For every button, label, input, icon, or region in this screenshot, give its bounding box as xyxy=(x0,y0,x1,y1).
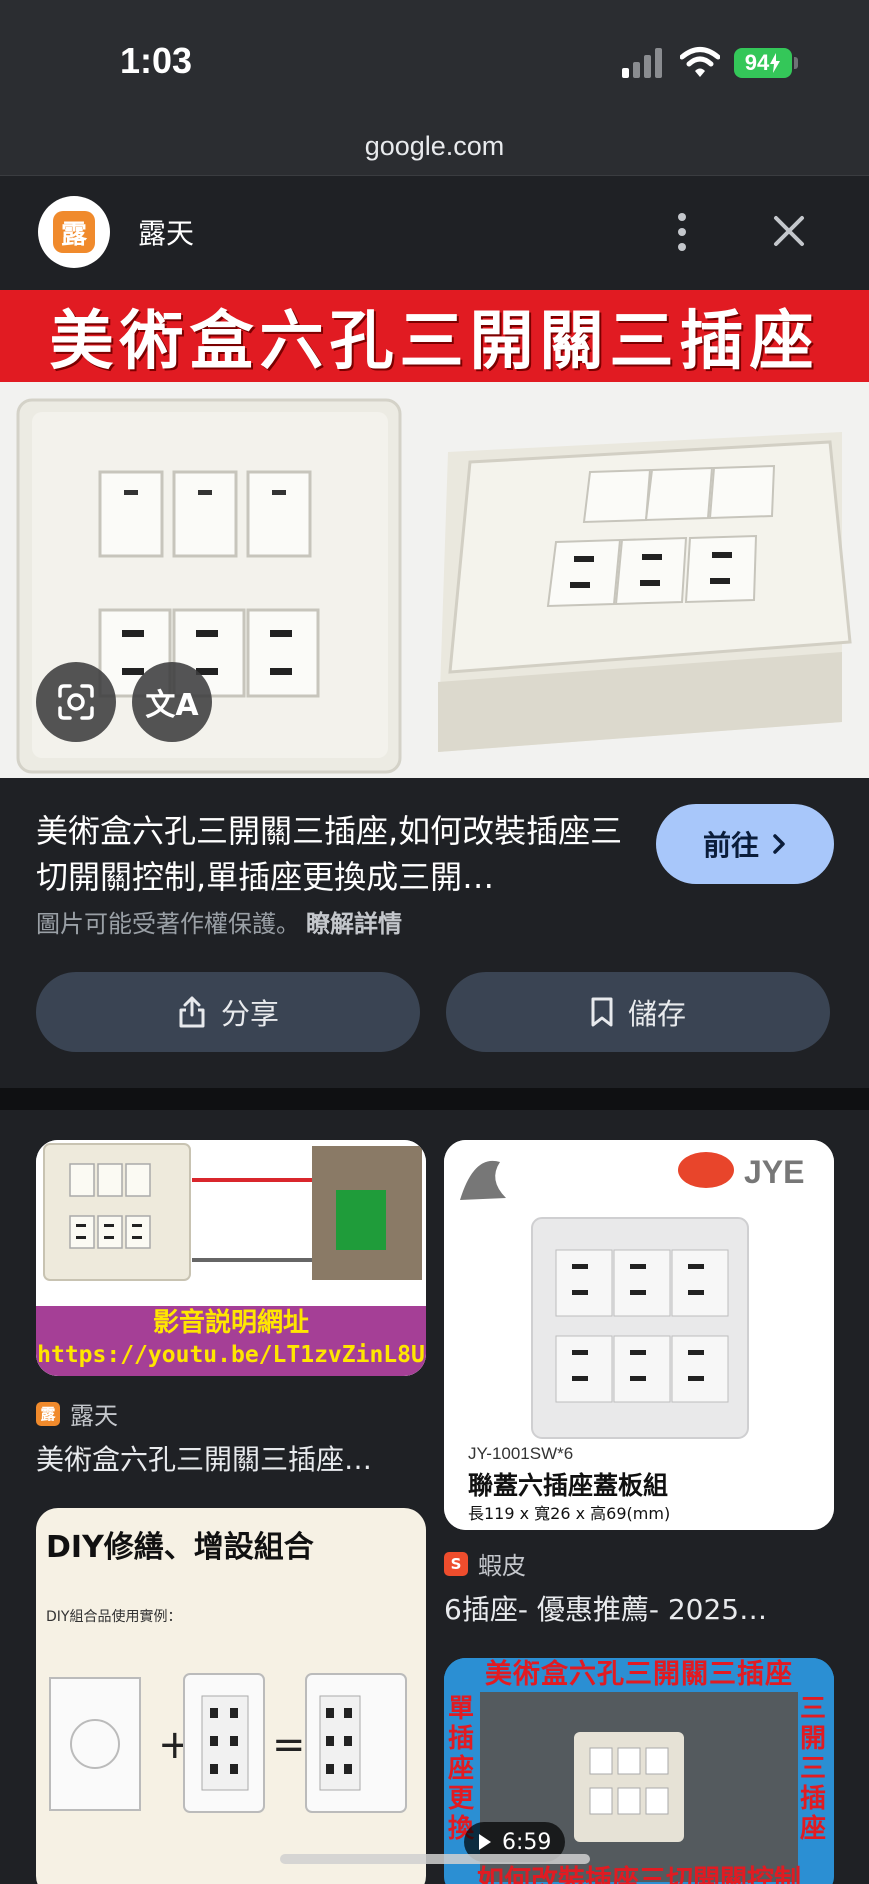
more-dot-icon xyxy=(678,213,686,221)
image-viewer-header: 露 露天 xyxy=(0,176,869,290)
related-title-1[interactable]: 美術盒六孔三開關三插座… xyxy=(36,1438,428,1478)
close-icon[interactable] xyxy=(764,206,814,256)
lens-icon xyxy=(58,684,94,720)
share-label: 分享 xyxy=(220,997,279,1031)
related-source-1[interactable]: 露 露天 xyxy=(36,1396,118,1431)
more-dot-icon xyxy=(678,243,686,251)
translate-button[interactable]: 文A xyxy=(132,662,212,742)
source-name: 蝦皮 xyxy=(478,1552,526,1580)
copyright-notice: 圖片可能受著作權保護。 瞭解詳情 xyxy=(36,904,402,939)
svg-text:=: = xyxy=(272,1722,306,1768)
video-banner: 美術盒六孔三開關三插座 xyxy=(485,1659,793,1690)
caption-line-1: 影音説明網址 xyxy=(152,1308,309,1338)
diy-illustration: + = xyxy=(49,1673,407,1813)
video-duration: 6:59 xyxy=(502,1829,552,1855)
save-button[interactable]: 儲存 xyxy=(446,972,830,1052)
result-title[interactable]: 美術盒六孔三開關三插座,如何改裝插座三切開關控制,單插座更換成三開… xyxy=(36,808,626,900)
related-image-1[interactable]: 影音説明網址 https://youtu.be/LT1zvZinL8U xyxy=(36,1140,426,1376)
visit-button-label: 前往 xyxy=(702,829,759,862)
shopee-favicon: S xyxy=(444,1551,468,1576)
product-dimensions: 長119 x 寬26 x 高69(mm) xyxy=(468,1504,671,1523)
address-bar[interactable]: google.com xyxy=(0,120,869,176)
product-photo xyxy=(0,382,869,778)
related-title-2[interactable]: 6插座- 優惠推薦- 2025… xyxy=(444,1588,836,1628)
battery-nub xyxy=(794,57,798,69)
section-divider xyxy=(0,1088,869,1110)
site-name[interactable]: 露天 xyxy=(138,212,194,252)
jye-brand: JYE xyxy=(744,1154,805,1190)
site-logo-mark: 露 xyxy=(53,211,95,253)
hero-image[interactable]: 美術盒六孔三開關三插座 文A xyxy=(0,290,869,778)
status-bar: 1:03 94 xyxy=(0,0,869,120)
related-image-2[interactable]: JYE JY-1001SW*6 聯蓋六插座蓋板組 長119 x 寬26 x 高6… xyxy=(444,1140,834,1530)
battery-level: 94 xyxy=(744,50,770,75)
site-logo[interactable]: 露 xyxy=(38,196,110,268)
save-label: 儲存 xyxy=(627,997,686,1031)
diy-heading: DIY修繕、增設組合 xyxy=(46,1530,314,1565)
chevron-right-icon xyxy=(773,834,785,854)
video-left-text: 單插座更換 xyxy=(448,1694,475,1844)
result-details: 美術盒六孔三開關三插座,如何改裝插座三切開關控制,單插座更換成三開… 前往 圖片… xyxy=(0,778,869,1088)
source-name: 露天 xyxy=(70,1402,118,1430)
hero-banner: 美術盒六孔三開關三插座 xyxy=(0,290,869,382)
product-name: 聯蓋六插座蓋板組 xyxy=(468,1471,669,1500)
cellular-signal-icon xyxy=(622,48,664,78)
caption-line-2: https://youtu.be/LT1zvZinL8U xyxy=(37,1342,425,1368)
related-video-4[interactable]: 美術盒六孔三開關三插座 單插座更換 三開三插座 如何改裝插座三切開關控制 6:5… xyxy=(444,1658,834,1884)
diy-subheading: DIY組合品使用實例： xyxy=(46,1609,182,1625)
related-source-2[interactable]: S 蝦皮 xyxy=(444,1546,526,1581)
wifi-icon xyxy=(680,47,720,77)
video-bottom-text: 如何改裝插座三切開關控制 xyxy=(477,1865,801,1884)
ruten-favicon: 露 xyxy=(36,1401,60,1426)
learn-more-link[interactable]: 瞭解詳情 xyxy=(306,910,402,938)
related-image-3[interactable]: DIY修繕、增設組合 DIY組合品使用實例： + = xyxy=(36,1508,426,1884)
home-indicator[interactable] xyxy=(280,1854,590,1864)
product-model: JY-1001SW*6 xyxy=(468,1444,574,1463)
lens-search-button[interactable] xyxy=(36,662,116,742)
more-options-button[interactable] xyxy=(664,204,700,260)
copyright-text: 圖片可能受著作權保護。 xyxy=(36,910,300,938)
hero-banner-text: 美術盒六孔三開關三插座 xyxy=(49,305,820,379)
related-images-grid: 影音説明網址 https://youtu.be/LT1zvZinL8U 露 露天… xyxy=(0,1110,869,1884)
share-icon xyxy=(179,996,205,1028)
more-dot-icon xyxy=(678,228,686,236)
bookmark-icon xyxy=(591,997,613,1027)
visit-button[interactable]: 前往 xyxy=(656,804,834,884)
related-image-1-caption: 影音説明網址 https://youtu.be/LT1zvZinL8U xyxy=(36,1306,426,1376)
charging-bolt-icon xyxy=(770,53,781,73)
battery-indicator: 94 xyxy=(734,48,792,78)
share-button[interactable]: 分享 xyxy=(36,972,420,1052)
play-icon xyxy=(479,1834,491,1850)
video-right-text: 三開三插座 xyxy=(800,1694,827,1844)
status-time: 1:03 xyxy=(120,40,193,81)
url-text: google.com xyxy=(364,131,505,161)
translate-icon: 文A xyxy=(145,688,199,723)
